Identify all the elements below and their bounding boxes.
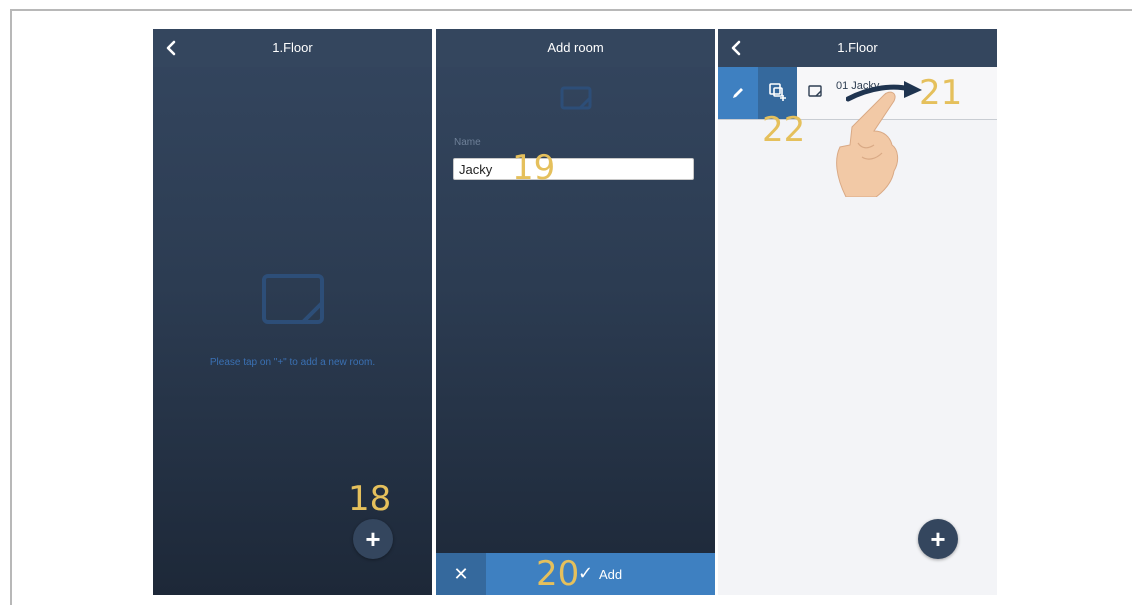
annotation-19: 19 (512, 148, 556, 188)
nav-bar: 1.Floor (718, 29, 997, 67)
add-room-screen: Add room Name Jacky 19 ✕ 20 ✓ Add (436, 29, 715, 595)
hand-swipe-icon (836, 91, 899, 197)
cancel-button[interactable]: ✕ (436, 553, 486, 595)
frame-left-border (10, 9, 12, 605)
room-icon (560, 86, 592, 110)
add-room-button[interactable]: + (918, 519, 958, 559)
floor-room-list-screen: 1.Floor 01 Jacky 22 21 + (718, 29, 997, 595)
pencil-icon (733, 88, 743, 98)
empty-hint-text: Please tap on "+" to add a new room. (209, 357, 376, 368)
room-name-input[interactable]: Jacky (453, 158, 694, 180)
annotation-18: 18 (348, 479, 392, 519)
add-button[interactable]: 20 ✓ Add (486, 553, 715, 595)
annotation-22: 22 (762, 110, 806, 150)
page-title: 1.Floor (272, 40, 313, 55)
room-icon (262, 274, 324, 324)
close-icon: ✕ (453, 564, 469, 584)
plus-icon: + (930, 524, 946, 554)
floor-empty-screen: 1.Floor Please tap on "+" to add a new r… (153, 29, 432, 595)
nav-bar: 1.Floor (153, 29, 432, 67)
edit-room-button[interactable] (718, 67, 758, 119)
page-title: 1.Floor (837, 40, 878, 55)
add-room-button[interactable]: + (353, 519, 393, 559)
frame-top-border (10, 9, 1132, 11)
nav-bar: Add room (436, 29, 715, 67)
add-button-label: Add (599, 567, 623, 582)
check-icon: ✓ (578, 563, 594, 583)
room-icon (808, 85, 822, 97)
plus-icon: + (365, 524, 381, 554)
bottom-action-bar: ✕ 20 ✓ Add (436, 553, 715, 595)
name-field-label: Name (454, 137, 481, 148)
room-name-value: Jacky (459, 162, 493, 177)
copy-add-icon (769, 83, 786, 101)
annotation-20: 20 (536, 554, 580, 594)
page-title: Add room (547, 40, 604, 55)
